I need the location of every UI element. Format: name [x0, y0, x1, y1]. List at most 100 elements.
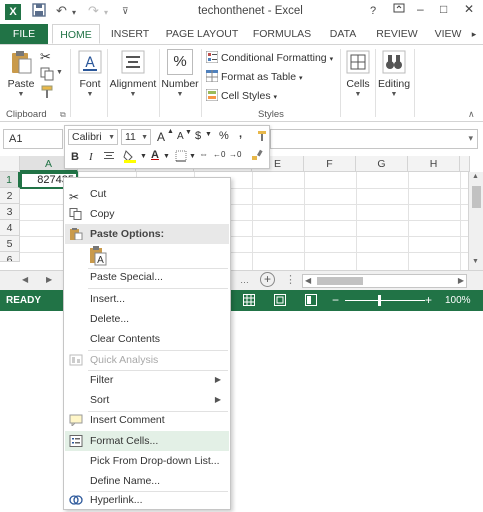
cells-group-button[interactable]: Cells ▼ — [343, 49, 373, 98]
font-name-box[interactable]: Calibri ▼ — [68, 129, 118, 145]
menu-item-format-cells[interactable]: Format Cells... — [65, 431, 229, 451]
page-layout-view-icon[interactable] — [274, 294, 286, 309]
cut-icon[interactable]: ✂ — [40, 49, 51, 65]
comma-style-button[interactable]: , — [239, 128, 242, 140]
menu-item-cut[interactable]: ✂ Cut — [65, 184, 229, 204]
font-size-box[interactable]: 11 ▼ — [121, 129, 151, 145]
cell-styles-button[interactable]: Cell Styles ▾ — [206, 89, 277, 102]
scroll-left-icon[interactable]: ◀ — [305, 276, 311, 285]
menu-item-insert-comment[interactable]: Insert Comment — [65, 410, 229, 430]
maximize-icon[interactable]: □ — [440, 2, 447, 16]
paste-dropdown-icon[interactable]: ▼ — [6, 91, 36, 98]
paint-brush-icon[interactable] — [251, 149, 263, 164]
borders-icon[interactable] — [175, 150, 187, 165]
tab-review[interactable]: REVIEW — [370, 24, 424, 44]
save-icon[interactable] — [32, 3, 46, 20]
expand-formula-bar-icon[interactable]: ▾ — [468, 133, 473, 144]
menu-item-delete[interactable]: Delete... — [65, 309, 229, 329]
row-header-3[interactable]: 3 — [0, 204, 20, 220]
ribbon-display-options-icon[interactable] — [393, 2, 405, 17]
borders-dropdown-icon[interactable]: ▼ — [189, 153, 196, 160]
accounting-dropdown-icon[interactable]: ▼ — [205, 131, 212, 138]
normal-view-icon[interactable] — [243, 294, 255, 309]
zoom-in-button[interactable]: + — [425, 293, 432, 307]
column-header-g[interactable]: G — [356, 156, 408, 172]
paste-option-keep-formatting-button[interactable]: A — [88, 246, 110, 266]
menu-item-filter[interactable]: Filter ▶ — [65, 370, 229, 390]
tab-view[interactable]: VIEW — [428, 24, 468, 44]
undo-dropdown-icon[interactable]: ▾ — [72, 8, 76, 17]
menu-item-clear-contents[interactable]: Clear Contents — [65, 329, 229, 349]
alignment-group-button[interactable]: Alignment ▼ — [108, 49, 158, 98]
format-painter-icon[interactable] — [40, 85, 54, 102]
tab-insert[interactable]: INSERT — [104, 24, 156, 44]
horizontal-scrollbar[interactable]: ◀ ▶ — [302, 274, 467, 288]
vertical-scrollbar[interactable]: ▲ ▼ — [468, 172, 483, 270]
redo-dropdown-icon[interactable]: ▾ — [104, 8, 108, 17]
close-icon[interactable]: ✕ — [464, 2, 474, 16]
menu-item-copy[interactable]: Copy — [65, 204, 229, 224]
menu-item-define-name[interactable]: Define Name... — [65, 471, 229, 491]
collapse-ribbon-icon[interactable]: ∧ — [468, 109, 475, 120]
next-sheet-icon[interactable]: ▶ — [46, 275, 52, 284]
align-center-icon[interactable] — [103, 150, 115, 165]
font-color-dropdown-icon[interactable]: ▼ — [163, 153, 170, 160]
menu-item-hyperlink[interactable]: Hyperlink... — [65, 490, 229, 510]
fill-color-icon[interactable] — [123, 149, 137, 166]
undo-icon[interactable]: ↶ — [56, 3, 67, 19]
zoom-level[interactable]: 100% — [445, 295, 471, 306]
font-color-button[interactable]: A — [151, 149, 159, 161]
font-group-button[interactable]: A Font ▼ — [76, 49, 104, 98]
customize-qat-icon[interactable]: ⊽ — [122, 6, 129, 17]
merge-center-icon[interactable]: ⇔ — [199, 149, 208, 159]
decrease-font-size-button[interactable]: A — [177, 131, 184, 142]
format-painter-icon[interactable] — [257, 130, 267, 145]
page-break-preview-icon[interactable] — [305, 294, 317, 309]
italic-button[interactable]: I — [89, 151, 93, 163]
menu-item-paste-special[interactable]: Paste Special... — [65, 267, 229, 287]
fill-color-dropdown-icon[interactable]: ▼ — [140, 153, 147, 160]
tab-page-layout[interactable]: PAGE LAYOUT — [160, 24, 244, 44]
format-as-table-button[interactable]: Format as Table ▾ — [206, 70, 303, 83]
conditional-formatting-button[interactable]: Conditional Formatting ▾ — [206, 51, 333, 64]
select-all-corner[interactable] — [0, 156, 20, 172]
column-header-i-partial[interactable] — [460, 156, 470, 172]
scroll-up-icon[interactable]: ▲ — [472, 173, 479, 180]
tab-home[interactable]: HOME — [52, 24, 100, 44]
accounting-format-button[interactable]: $ — [195, 130, 201, 142]
paste-button[interactable]: Paste ▼ — [6, 49, 36, 98]
row-header-1[interactable]: 1 — [0, 172, 20, 188]
zoom-out-button[interactable]: − — [332, 293, 339, 307]
tab-formulas[interactable]: FORMULAS — [248, 24, 316, 44]
formula-input[interactable]: ▾ — [270, 129, 478, 149]
row-header-5[interactable]: 5 — [0, 236, 20, 252]
horizontal-scroll-thumb[interactable] — [317, 277, 363, 285]
increase-font-size-button[interactable]: A — [157, 130, 165, 144]
previous-sheet-icon[interactable]: ◀ — [22, 275, 28, 284]
copy-icon[interactable] — [40, 67, 54, 84]
redo-icon[interactable]: ↷ — [88, 3, 99, 19]
decrease-decimal-icon[interactable]: →0 — [229, 150, 241, 159]
tabs-scroll-icon[interactable]: ▸ — [468, 24, 480, 44]
tab-file[interactable]: FILE — [0, 24, 48, 44]
scroll-right-icon[interactable]: ▶ — [458, 276, 464, 285]
menu-item-sort[interactable]: Sort ▶ — [65, 390, 229, 410]
tab-split-handle[interactable]: ⋮ — [285, 273, 296, 286]
name-box[interactable]: A1 — [3, 129, 63, 149]
zoom-slider-thumb[interactable] — [378, 295, 381, 306]
column-header-h[interactable]: H — [408, 156, 460, 172]
scroll-down-icon[interactable]: ▼ — [472, 258, 479, 265]
vertical-scroll-thumb[interactable] — [472, 186, 481, 208]
zoom-slider-track[interactable] — [345, 300, 425, 301]
row-header-2[interactable]: 2 — [0, 188, 20, 204]
clipboard-launcher-icon[interactable]: ⧉ — [60, 110, 66, 120]
more-sheets-icon[interactable]: … — [240, 275, 249, 285]
minimize-icon[interactable]: – — [417, 2, 424, 16]
number-group-button[interactable]: % Number ▼ — [160, 49, 200, 98]
column-header-f[interactable]: F — [304, 156, 356, 172]
row-header-6[interactable]: 6 — [0, 252, 20, 262]
copy-dropdown-icon[interactable]: ▼ — [56, 69, 63, 76]
bold-button[interactable]: B — [71, 151, 79, 163]
percent-style-button[interactable]: % — [219, 130, 229, 142]
font-name-dropdown-icon[interactable]: ▼ — [108, 131, 115, 145]
